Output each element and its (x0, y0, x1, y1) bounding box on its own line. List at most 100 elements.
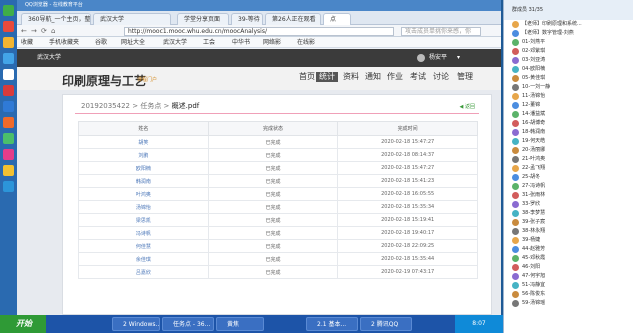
favorite-item[interactable]: 中华书 (232, 37, 250, 48)
group-member[interactable]: 38-李梦慧 (504, 209, 633, 218)
favorite-item[interactable]: 谷歌 (95, 37, 107, 48)
nav-home[interactable]: 首页 (299, 72, 315, 82)
url-input[interactable]: http://mooc1.mooc.whu.edu.cn/moocAnalysi… (124, 27, 394, 36)
nav-stats[interactable]: 统计 (316, 72, 338, 82)
browser-tab[interactable]: 学堂分享页面 (177, 13, 229, 25)
app-icon[interactable] (3, 181, 14, 192)
app-icon[interactable] (3, 117, 14, 128)
nav-exams[interactable]: 考试 (410, 72, 426, 82)
forward-icon[interactable]: → (31, 27, 37, 35)
taskbar-item[interactable]: 任务点 - 36... (162, 317, 214, 331)
favorite-item[interactable]: 武汉大学 (163, 37, 187, 48)
nav-homework[interactable]: 作业 (387, 72, 403, 82)
browser-tab[interactable]: 第26人正在观看 (265, 13, 321, 25)
browser-tab[interactable]: 武汉大学 (93, 13, 171, 25)
group-member[interactable]: 44-赵雅芳 (504, 245, 633, 254)
member-name: 38-李梦慧 (522, 210, 546, 216)
nav-materials[interactable]: 资料 (343, 72, 359, 82)
group-member[interactable]: 22-孟飞翔 (504, 164, 633, 173)
group-member[interactable]: 16-胡博奇 (504, 119, 633, 128)
group-member[interactable]: 21-叶鸿奥 (504, 155, 633, 164)
group-member[interactable]: 12-董锦 (504, 101, 633, 110)
nav-notices[interactable]: 通知 (365, 72, 381, 82)
favorite-item[interactable]: 网址大全 (121, 37, 145, 48)
group-member[interactable]: 46-刘阳 (504, 263, 633, 272)
app-icon[interactable] (3, 69, 14, 80)
app-icon[interactable] (3, 149, 14, 160)
avatar (512, 183, 519, 190)
favorite-item[interactable]: 收藏 (21, 37, 33, 48)
favorite-item[interactable]: 工会 (203, 37, 215, 48)
student-name[interactable]: 韩润南 (78, 174, 209, 188)
student-name[interactable]: 冯诗帆 (78, 226, 209, 240)
browser-tab-active[interactable]: 点 (323, 13, 351, 25)
taskbar-item[interactable]: 黄焦 (216, 317, 264, 331)
student-name[interactable]: 梁思凯 (78, 213, 209, 227)
group-member[interactable]: 31-张雨林 (504, 191, 633, 200)
group-member[interactable]: 38-林永翔 (504, 227, 633, 236)
group-member[interactable]: 20-汤丽娜 (504, 146, 633, 155)
avatar (512, 246, 519, 253)
user-name[interactable]: 杨安平 (429, 49, 447, 67)
group-member[interactable]: 33-罗欣 (504, 200, 633, 209)
app-icon[interactable] (3, 101, 14, 112)
group-member[interactable]: 59-汤锦瑶 (504, 299, 633, 308)
breadcrumb-id[interactable]: 20192035422 (81, 102, 130, 110)
avatar[interactable] (417, 54, 425, 62)
breadcrumb-level1[interactable]: 任务点 (140, 102, 161, 110)
nav-manage[interactable]: 管理 (457, 72, 473, 82)
group-member[interactable]: 【老师】印刷原理和系统... (504, 20, 633, 29)
app-icon[interactable] (3, 21, 14, 32)
refresh-icon[interactable]: ⟳ (41, 27, 47, 35)
group-member[interactable]: 10-一刘一静 (504, 83, 633, 92)
group-member[interactable]: 27-冯诗帆 (504, 182, 633, 191)
group-member[interactable]: 56-陈俊东 (504, 290, 633, 299)
taskbar-item[interactable]: 2 Windows... (112, 317, 160, 331)
group-member[interactable]: 【老师】数字管理-刘燕 (504, 29, 633, 38)
student-name[interactable]: 吕嘉欣 (78, 265, 209, 279)
chevron-down-icon[interactable]: ▾ (457, 49, 460, 67)
student-name[interactable]: 刘鹏 (78, 148, 209, 162)
student-name[interactable]: 欧阳楠 (78, 161, 209, 175)
app-icon[interactable] (3, 165, 14, 176)
search-input[interactable]: 攻击成员单挑你来感，你 (401, 27, 481, 36)
group-member[interactable]: 39-杨婕 (504, 236, 633, 245)
student-name[interactable]: 胡笑 (78, 135, 209, 149)
group-member[interactable]: 03-刘亚涛 (504, 56, 633, 65)
app-icon[interactable] (3, 5, 14, 16)
group-member[interactable]: 51-冯静宜 (504, 281, 633, 290)
favorite-item[interactable]: 手机收藏夹 (49, 37, 79, 48)
group-member[interactable]: 04-欧阳楠 (504, 65, 633, 74)
taskbar-item[interactable]: 2 腾讯QQ (360, 317, 412, 331)
app-icon[interactable] (3, 53, 14, 64)
group-member[interactable]: 19-何天皓 (504, 137, 633, 146)
back-link[interactable]: ◀ 返回 (460, 103, 475, 110)
taskbar-item[interactable]: 2.1 基本... (306, 317, 358, 331)
student-name[interactable]: 汤锦怡 (78, 200, 209, 214)
nav-discussion[interactable]: 讨论 (433, 72, 449, 82)
student-name[interactable]: 何佳慧 (78, 239, 209, 253)
start-button[interactable]: 开始 (0, 315, 46, 333)
browser-tab[interactable]: 360导航_一个主页，整 (21, 13, 91, 25)
back-icon[interactable]: ← (21, 27, 27, 35)
course-portal-label[interactable]: 课程门户 (137, 76, 157, 83)
student-name[interactable]: 余佳琪 (78, 252, 209, 266)
favorite-item[interactable]: 在线影 (297, 37, 315, 48)
group-member[interactable]: 14-潘益斌 (504, 110, 633, 119)
browser-tab[interactable]: 39-等待 (231, 13, 263, 25)
group-member[interactable]: 01-刘燕平 (504, 38, 633, 47)
group-member[interactable]: 25-胡冬 (504, 173, 633, 182)
group-member[interactable]: 02-邓紫琪 (504, 47, 633, 56)
group-member[interactable]: 11-汤锦怡 (504, 92, 633, 101)
app-icon[interactable] (3, 85, 14, 96)
group-member[interactable]: 39-张子宸 (504, 218, 633, 227)
home-icon[interactable]: ⌂ (51, 27, 55, 35)
group-member[interactable]: 45-邓秋霞 (504, 254, 633, 263)
favorite-item[interactable]: 网络影 (263, 37, 281, 48)
app-icon[interactable] (3, 133, 14, 144)
group-member[interactable]: 05-黄佳琪 (504, 74, 633, 83)
student-name[interactable]: 叶鸿奥 (78, 187, 209, 201)
app-icon[interactable] (3, 37, 14, 48)
group-member[interactable]: 47-何宇旭 (504, 272, 633, 281)
group-member[interactable]: 18-韩润南 (504, 128, 633, 137)
